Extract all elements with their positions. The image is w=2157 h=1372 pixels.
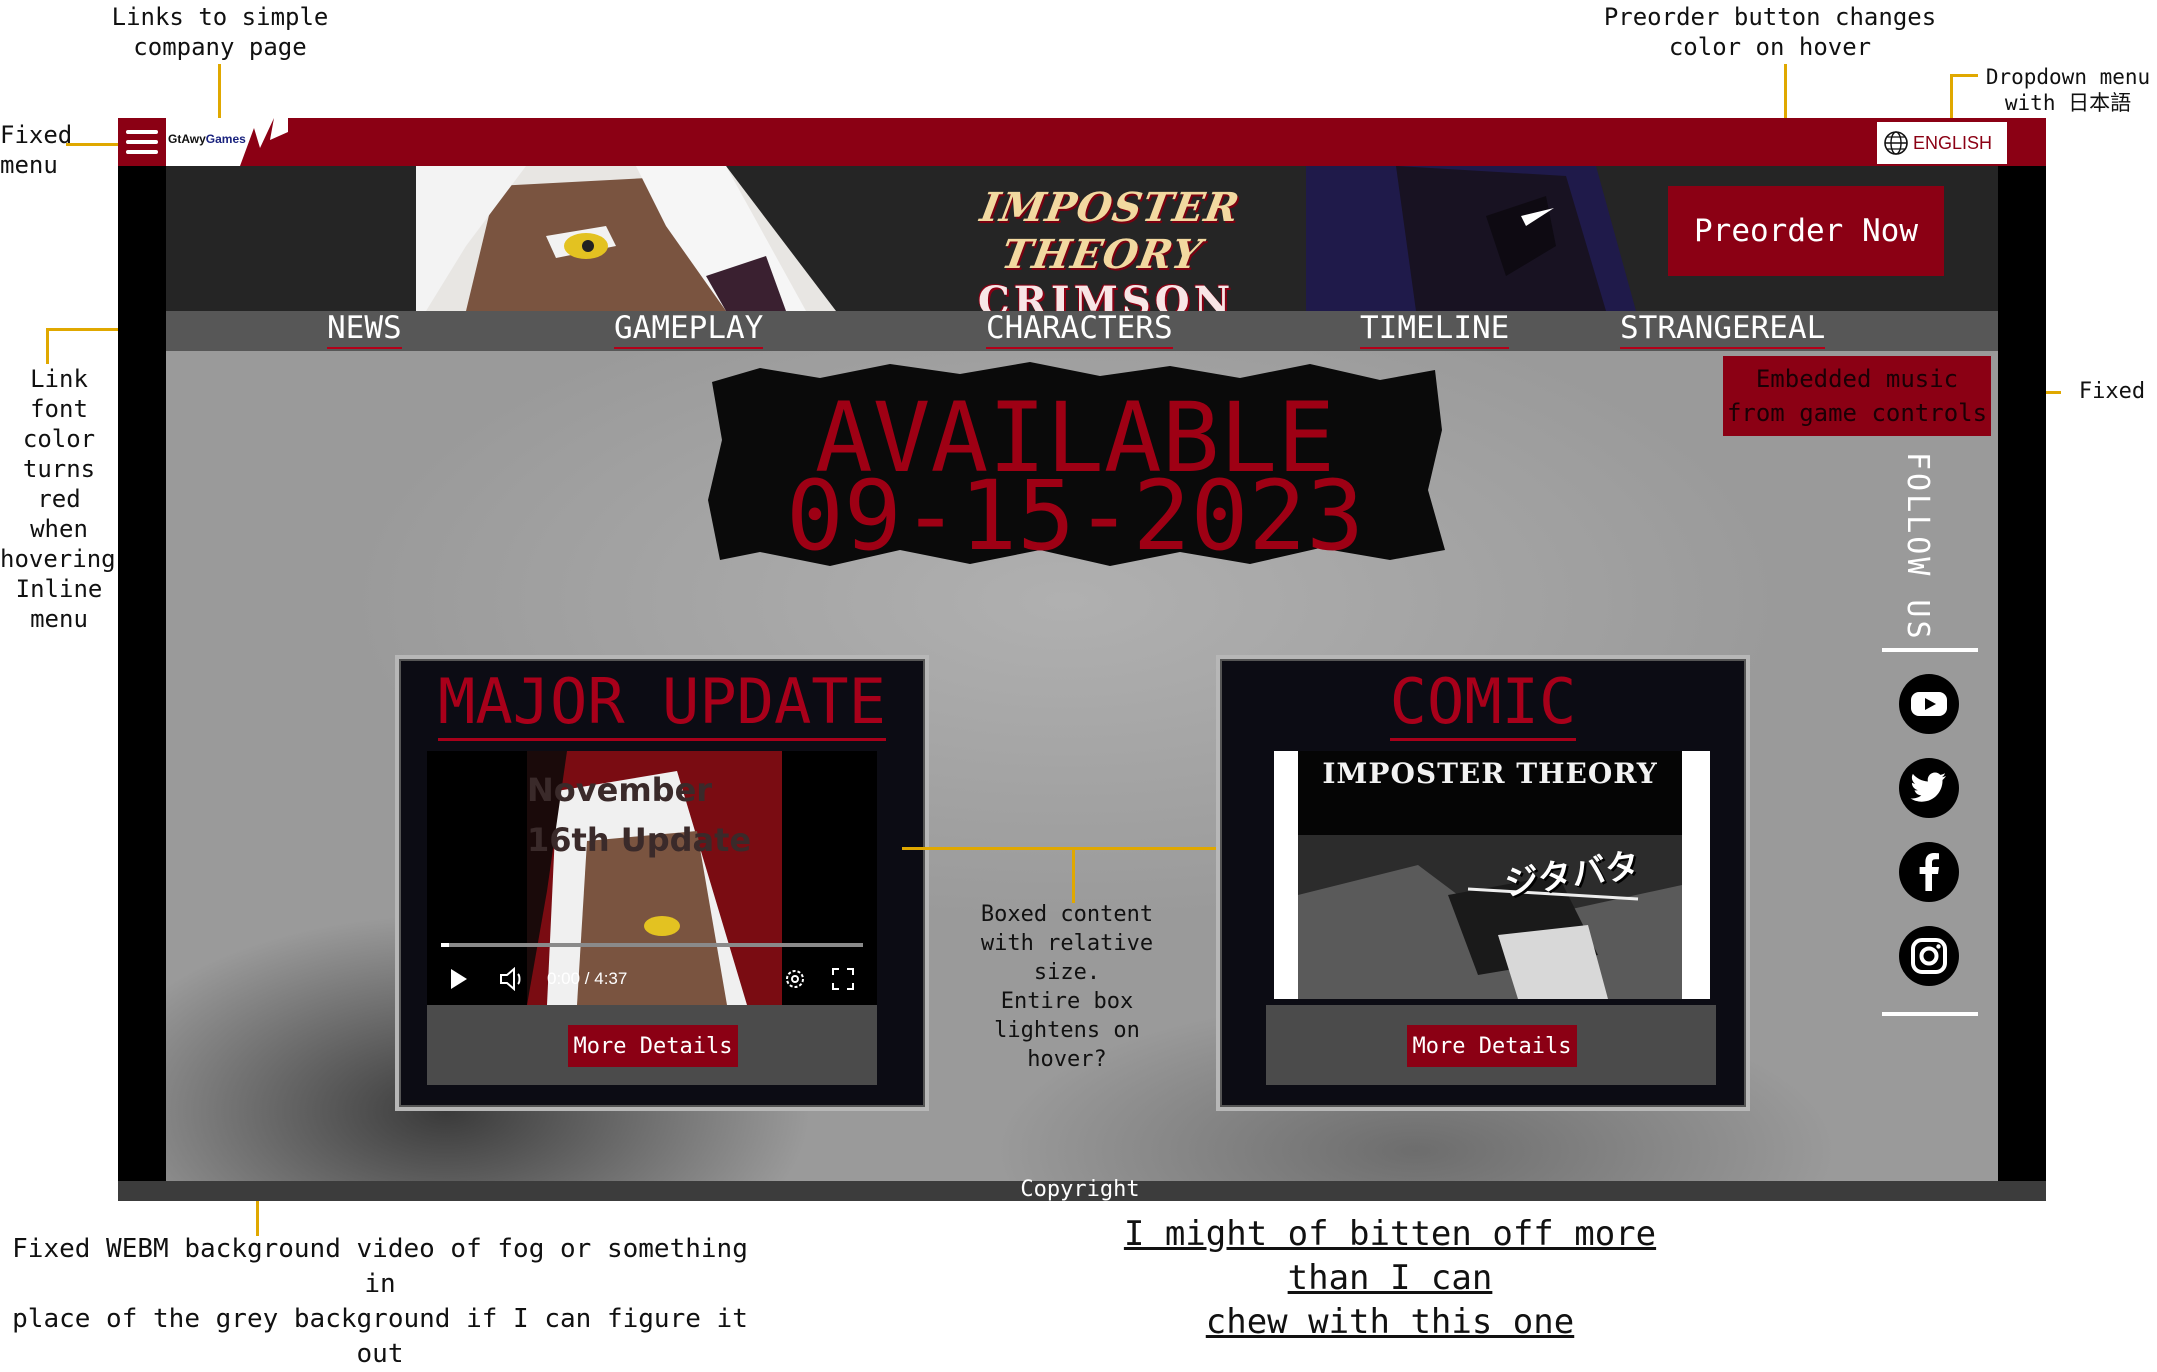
company-logo-text[interactable]: GtAwyGames	[168, 132, 246, 146]
annotation-connector	[66, 143, 118, 146]
nav-gameplay[interactable]: GAMEPLAY	[614, 309, 764, 349]
copyright-text: Copyright	[1020, 1177, 1140, 1202]
annotation-connector	[46, 328, 49, 364]
release-date-banner: AVAILABLE 09-15-2023	[700, 360, 1450, 570]
annotation-line: Fixed WEBM background video of fog or so…	[12, 1234, 748, 1299]
preorder-button[interactable]: Preorder Now	[1668, 186, 1944, 276]
annotation-connector	[1072, 847, 1075, 903]
game-title-logo: IMPOSTER THEORY CRIMSON CASTLE	[906, 184, 1306, 311]
annotation-connector	[902, 847, 1248, 850]
language-label: ENGLISH	[1913, 132, 1993, 153]
settings-gear-icon[interactable]	[783, 967, 807, 991]
comic-title: COMIC	[1220, 665, 1746, 741]
release-date-text: 09-15-2023	[786, 460, 1364, 572]
annotation-remark: I might of bitten off more than I can ch…	[1100, 1212, 1680, 1344]
comic-box[interactable]: COMIC IMPOSTER THEORY ジタバタ More Details	[1216, 655, 1750, 1111]
major-update-title: MAJOR UPDATE	[399, 665, 925, 741]
twitter-icon[interactable]	[1899, 758, 1959, 818]
facebook-icon[interactable]	[1899, 842, 1959, 902]
video-progress-fill	[441, 943, 449, 947]
annotation-company-link: Links to simple company page	[100, 2, 340, 62]
annotation-line: turns red	[22, 455, 96, 513]
annotation-fixed-menu: Fixed menu	[0, 120, 73, 180]
game-title-line-1: IMPOSTER THEORY	[976, 184, 1244, 278]
major-update-more-details-button[interactable]: More Details	[568, 1025, 738, 1067]
annotation-line: color on hover	[1668, 33, 1872, 61]
annotation-line: company page	[133, 33, 307, 61]
fullscreen-icon[interactable]	[831, 967, 855, 991]
comic-title-text: COMIC	[1389, 665, 1577, 741]
major-update-box[interactable]: MAJOR UPDATE November 16th Update 0:00 /…	[395, 655, 929, 1111]
nav-timeline[interactable]: TIMELINE	[1360, 309, 1510, 349]
logo-part-1: GtAwy	[168, 132, 206, 146]
annotation-line: with 日本語	[2004, 91, 2132, 116]
annotation-line: when	[30, 515, 88, 543]
annotation-line: lightens on	[994, 1018, 1140, 1043]
annotation-connector	[1950, 74, 1953, 122]
annotation-line: menu	[30, 605, 88, 633]
comic-preview[interactable]: IMPOSTER THEORY ジタバタ	[1274, 751, 1710, 999]
annotation-line: with relative size.	[980, 931, 1154, 985]
instagram-icon[interactable]	[1899, 926, 1959, 986]
game-title-line-2: CRIMSON CASTLE	[977, 278, 1235, 311]
video-overlay-text: November 16th Update	[527, 765, 751, 865]
annotation-line: Inline	[15, 575, 103, 603]
music-controls[interactable]: Embedded music from game controls	[1723, 356, 1991, 436]
annotation-line: place of the grey background if I can fi…	[12, 1304, 748, 1369]
nav-characters[interactable]: CHARACTERS	[986, 309, 1173, 349]
annotation-line: Preorder button changes	[1603, 3, 1937, 31]
comic-header-text: IMPOSTER THEORY	[1322, 757, 1658, 790]
annotation-boxed-content: Boxed content with relative size. Entire…	[952, 900, 1182, 1074]
annotation-line: Dropdown menu	[1985, 65, 2151, 89]
left-margin	[118, 166, 166, 1181]
annotation-line: Entire box	[1000, 989, 1134, 1014]
logo-zigzag-decoration	[240, 118, 288, 166]
top-bar	[118, 118, 2046, 166]
video-progress-bar[interactable]	[441, 943, 863, 947]
music-label-line-2: from game controls	[1726, 399, 1988, 427]
nav-news[interactable]: NEWS	[327, 309, 402, 349]
follow-divider-top	[1882, 648, 1978, 652]
follow-divider-bottom	[1882, 1012, 1978, 1016]
annotation-line: menu	[0, 151, 58, 179]
nav-strangereal[interactable]: STRANGEREAL	[1620, 309, 1826, 349]
annotation-line: color	[22, 425, 96, 453]
annotation-fixed-music: Fixed	[2078, 379, 2146, 404]
annotation-preorder-hover: Preorder button changes color on hover	[1600, 2, 1940, 62]
follow-us-label: FOLLOW US	[1900, 452, 1935, 642]
annotation-line: Link font	[30, 365, 88, 423]
annotation-line: Fixed	[0, 121, 73, 149]
comic-more-details-button[interactable]: More Details	[1407, 1025, 1577, 1067]
annotation-dropdown: Dropdown menu with 日本語	[1978, 64, 2157, 117]
annotation-background-video: Fixed WEBM background video of fog or so…	[0, 1232, 760, 1372]
globe-icon	[1884, 131, 1908, 155]
language-dropdown[interactable]: ENGLISH	[1877, 122, 2007, 164]
hamburger-menu-icon[interactable]	[118, 118, 166, 166]
annotation-line: Boxed content	[980, 902, 1154, 927]
annotation-line: hovering.	[0, 545, 131, 573]
video-time: 0:00 / 4:37	[547, 969, 628, 988]
play-icon[interactable]	[451, 969, 467, 989]
youtube-icon[interactable]	[1899, 674, 1959, 734]
major-update-title-text: MAJOR UPDATE	[438, 665, 886, 741]
video-text-line-2: 16th Update	[527, 821, 752, 859]
annotation-connector	[1950, 74, 1978, 77]
update-video-player[interactable]: November 16th Update 0:00 / 4:37	[427, 751, 877, 1005]
annotation-line: chew with this one	[1205, 1302, 1575, 1342]
right-margin	[1998, 166, 2046, 1181]
video-text-line-1: November	[527, 771, 713, 809]
annotation-line: Links to simple	[111, 3, 329, 31]
annotation-link-hover: Link font color turns red when hovering.…	[0, 364, 131, 634]
annotation-line: I might of bitten off more than I can	[1123, 1214, 1657, 1298]
music-label-line-1: Embedded music	[1755, 365, 1959, 393]
volume-icon[interactable]	[499, 967, 527, 991]
annotation-line: hover?	[1027, 1047, 1107, 1072]
